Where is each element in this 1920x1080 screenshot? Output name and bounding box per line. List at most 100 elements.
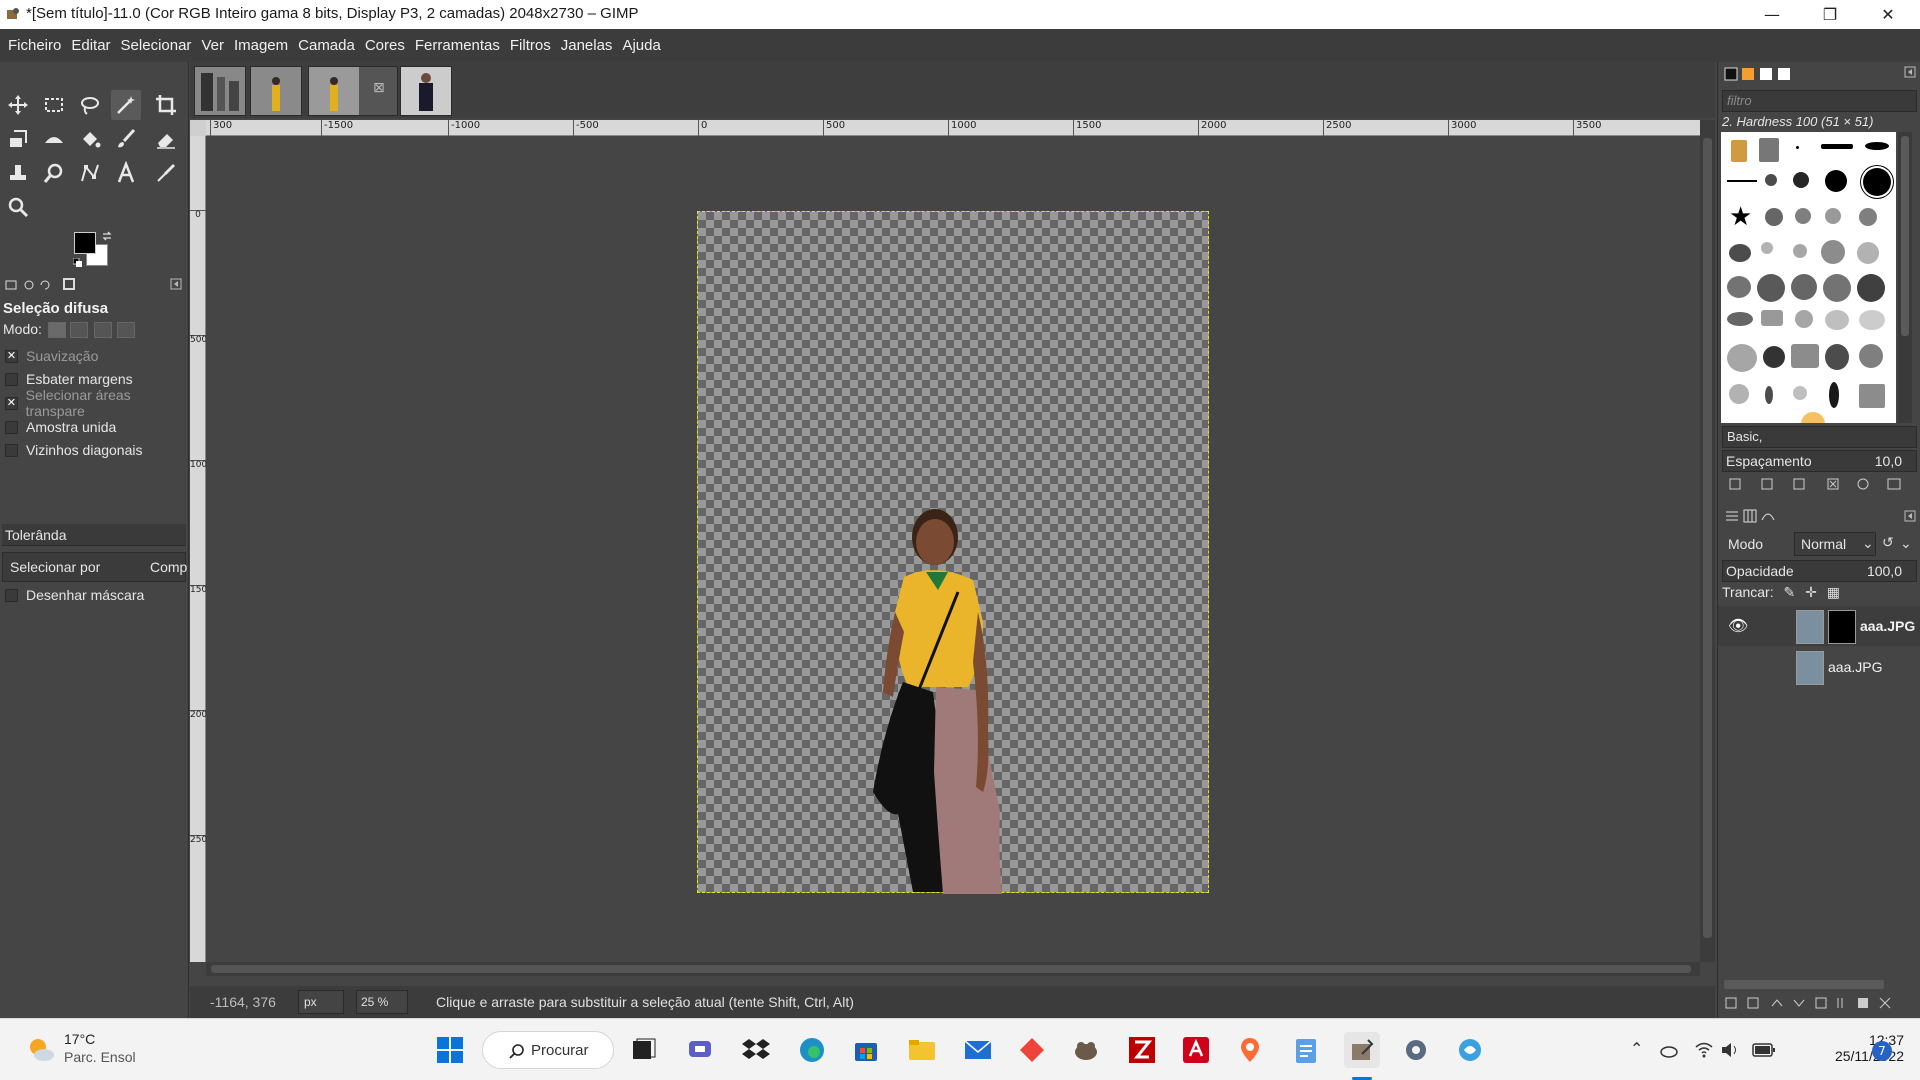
horizontal-scrollbar[interactable] — [206, 962, 1700, 976]
layers-scrollbar[interactable] — [1724, 980, 1884, 989]
rect-select-tool-icon[interactable] — [39, 90, 69, 120]
crop-tool-icon[interactable] — [151, 90, 181, 120]
option-feather-edges[interactable]: Esbater margens — [5, 369, 133, 389]
layer-mask-thumbnail[interactable] — [1828, 610, 1856, 644]
clone-tool-icon[interactable] — [3, 158, 33, 188]
tool-options-tab-icon[interactable] — [4, 278, 18, 292]
image-canvas[interactable] — [206, 137, 1700, 962]
network-app-icon[interactable] — [1452, 1032, 1488, 1068]
brush-grid-scrollbar[interactable] — [1898, 132, 1912, 423]
move-tool-icon[interactable] — [3, 90, 33, 120]
option-select-transparent[interactable]: ✕ Selecionar áreas transpare — [5, 387, 188, 419]
lock-pixels-icon[interactable]: ✎ — [1784, 584, 1796, 600]
autocad-icon[interactable] — [1178, 1032, 1214, 1068]
close-button[interactable]: ✕ — [1859, 0, 1917, 29]
threshold-slider[interactable]: Tolerânda — [2, 524, 186, 546]
option-draw-mask[interactable]: Desenhar máscara — [5, 585, 144, 605]
close-tab-icon[interactable]: ⊠ — [373, 80, 385, 96]
draw-mask-checkbox[interactable] — [5, 588, 18, 602]
feather-edges-checkbox[interactable] — [5, 372, 18, 386]
eraser-tool-icon[interactable] — [151, 124, 181, 154]
lock-position-icon[interactable]: ✛ — [1805, 584, 1817, 600]
layers-configure-icon[interactable] — [1904, 510, 1916, 522]
brushes-dock-tabs[interactable] — [1724, 66, 1796, 82]
image-layer-transparent[interactable] — [697, 211, 1209, 894]
layers-dock-tabs[interactable] — [1724, 508, 1784, 524]
mode-replace-button[interactable] — [48, 322, 66, 338]
layer-row[interactable]: aaa.JPG — [1718, 647, 1920, 687]
menu-editar[interactable]: Editar — [66, 29, 115, 62]
dock-configure-icon[interactable] — [1904, 66, 1916, 78]
paintbrush-tool-icon[interactable] — [111, 124, 141, 154]
fuzzy-select-tool-icon[interactable] — [111, 90, 141, 120]
restore-button[interactable]: ❐ — [1801, 0, 1859, 29]
lasso-tool-icon[interactable] — [75, 90, 105, 120]
menu-filtros[interactable]: Filtros — [505, 29, 556, 62]
menu-selecionar[interactable]: Selecionar — [116, 29, 197, 62]
filezilla-icon[interactable] — [1124, 1032, 1160, 1068]
dropbox-icon[interactable] — [738, 1032, 774, 1068]
zoom-dropdown[interactable]: 25 % — [356, 990, 408, 1014]
text-tool-icon[interactable] — [111, 158, 141, 188]
notepad-icon[interactable] — [1288, 1032, 1324, 1068]
volume-icon[interactable] — [1720, 1041, 1740, 1059]
chevron-down-icon[interactable]: ⌄ — [1900, 535, 1912, 552]
eye-visibility-icon[interactable]: 👁 — [1728, 616, 1748, 636]
unified-transform-tool-icon[interactable] — [3, 124, 33, 154]
battery-icon[interactable] — [1752, 1043, 1776, 1057]
taskbar-clock[interactable]: 12:37 25/11/2022 — [1834, 1032, 1904, 1064]
mode-add-button[interactable] — [70, 322, 88, 338]
edge-browser-icon[interactable] — [794, 1032, 830, 1068]
vertical-scrollbar[interactable] — [1700, 120, 1715, 962]
settings-gear-icon[interactable] — [1398, 1032, 1434, 1068]
onedrive-icon[interactable] — [1658, 1041, 1678, 1059]
option-diagonal-neighbors[interactable]: Vizinhos diagonais — [5, 440, 143, 460]
layer-opacity-slider[interactable]: Opacidade 100,0 — [1722, 560, 1917, 582]
color-picker-tool-icon[interactable] — [151, 158, 181, 188]
menu-camada[interactable]: Camada — [293, 29, 360, 62]
chevron-up-icon[interactable]: ⌃ — [1630, 1039, 1643, 1058]
menu-ferramentas[interactable]: Ferramentas — [410, 29, 505, 62]
menu-cores[interactable]: Cores — [360, 29, 410, 62]
vertical-scroll-thumb[interactable] — [1703, 138, 1712, 938]
teams-chat-icon[interactable] — [682, 1032, 718, 1068]
horizontal-ruler[interactable]: 300 -1500 -1000 -500 0 500 1000 1500 200… — [206, 120, 1700, 136]
weather-widget[interactable]: 17°C Parc. Ensol — [26, 1031, 146, 1071]
diagonal-neighbors-checkbox[interactable] — [5, 443, 18, 457]
brush-filter-input[interactable]: filtro — [1722, 90, 1917, 112]
menu-ver[interactable]: Ver — [196, 29, 229, 62]
brush-tag-dropdown[interactable]: Basic, — [1722, 426, 1917, 448]
select-by-dropdown[interactable]: Selecionar por Comp — [2, 552, 187, 582]
vertical-ruler[interactable]: 0 500 1000 1500 2000 2500 — [190, 136, 213, 962]
image-tab-2[interactable] — [250, 66, 302, 116]
brush-spacing-slider[interactable]: Espaçamento 10,0 — [1722, 450, 1917, 472]
menu-janelas[interactable]: Janelas — [556, 29, 618, 62]
layer-name[interactable]: aaa.JPG — [1860, 618, 1915, 634]
paths-tool-icon[interactable] — [75, 158, 105, 188]
image-tab-3-active[interactable]: ⊠ — [308, 66, 398, 116]
configure-tab-icon[interactable] — [170, 278, 182, 290]
option-antialiasing[interactable]: ✕ Suavização — [5, 346, 98, 366]
gimp-taskbar-icon[interactable] — [1068, 1032, 1104, 1068]
image-tab-4[interactable] — [400, 66, 452, 116]
task-view-icon[interactable] — [626, 1032, 662, 1068]
menu-ajuda[interactable]: Ajuda — [617, 29, 665, 62]
bucket-fill-tool-icon[interactable] — [75, 124, 105, 154]
foreground-color-swatch[interactable] — [74, 232, 96, 254]
swap-colors-icon[interactable] — [101, 230, 113, 242]
file-explorer-icon[interactable] — [904, 1032, 940, 1068]
wifi-icon[interactable] — [1694, 1041, 1714, 1059]
undo-history-tab-icon[interactable] — [38, 278, 52, 292]
layer-actions[interactable] — [1718, 990, 1920, 1018]
smudge-tool-icon[interactable] — [39, 158, 69, 188]
warp-transform-tool-icon[interactable] — [39, 124, 69, 154]
antialiasing-checkbox[interactable]: ✕ — [5, 349, 18, 363]
sample-merged-checkbox[interactable] — [5, 420, 18, 434]
anydesk-icon[interactable] — [1014, 1032, 1050, 1068]
image-tab-1[interactable] — [194, 66, 246, 116]
brush-grid[interactable]: ★ — [1721, 132, 1896, 423]
reset-mode-icon[interactable]: ↺ — [1882, 534, 1894, 551]
taskbar-search[interactable]: Procurar — [482, 1031, 614, 1069]
zoom-tool-icon[interactable] — [3, 192, 33, 222]
mode-subtract-button[interactable] — [94, 322, 112, 338]
